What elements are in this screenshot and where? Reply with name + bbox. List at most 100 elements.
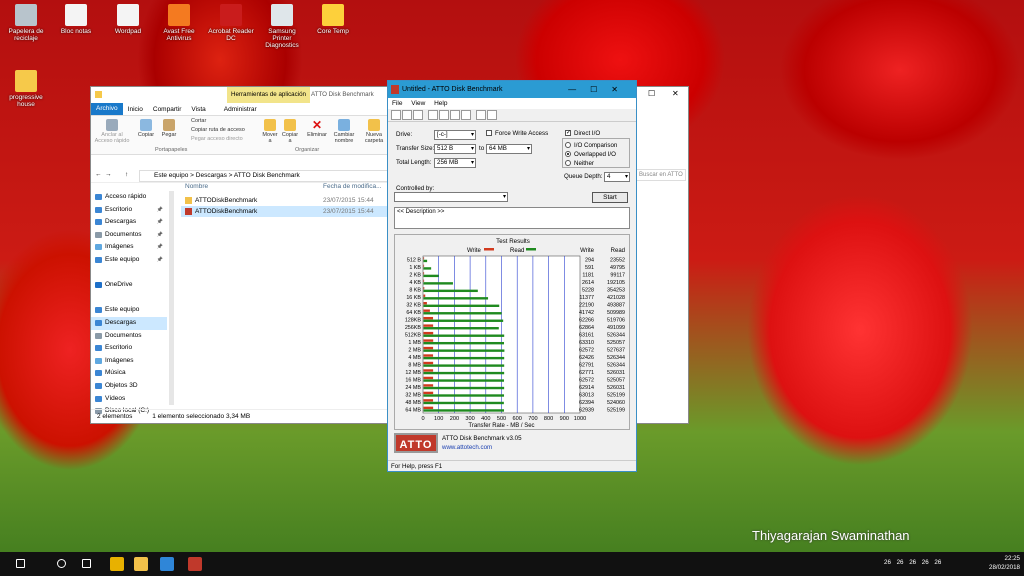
direct-io-checkbox[interactable]: ✓	[565, 130, 571, 136]
nav-item[interactable]: Imágenes	[91, 355, 167, 368]
column-name[interactable]: Nombre	[185, 183, 208, 190]
menu-help[interactable]: Help	[434, 100, 447, 107]
search-input[interactable]: Buscar en ATTO Disk Benchmark	[636, 169, 686, 181]
new-icon[interactable]	[391, 110, 401, 120]
atto-link[interactable]: www.attotech.com	[442, 444, 492, 451]
nav-item[interactable]: Este equipo 📌	[91, 254, 167, 267]
force-write-checkbox[interactable]	[486, 130, 492, 136]
file-name: ATTODiskBenchmark	[195, 197, 258, 204]
desktop-icon-0[interactable]: Papelera de reciclaje	[2, 4, 50, 42]
start-button[interactable]: Start	[592, 192, 628, 203]
neither-radio[interactable]	[565, 160, 571, 166]
desktop-icon-4[interactable]: Acrobat Reader DC	[207, 4, 255, 42]
nav-item[interactable]: Este equipo	[91, 304, 167, 317]
legend-read: Read	[510, 248, 524, 254]
desktop-icon-2[interactable]: Wordpad	[104, 4, 152, 35]
forward-icon[interactable]: →	[105, 171, 112, 178]
menu-view[interactable]: View	[411, 100, 425, 107]
nav-item[interactable]: Descargas	[91, 316, 167, 330]
desktop-icon-3[interactable]: Avast Free Antivirus	[155, 4, 203, 42]
breadcrumb-este-equipo[interactable]: Este equipo	[154, 172, 188, 179]
task-view-icon[interactable]	[82, 559, 91, 568]
write-value: 63310	[579, 340, 594, 346]
tab-administrar[interactable]: Administrar	[219, 106, 262, 113]
menu-file[interactable]: File	[392, 100, 402, 107]
nav-item[interactable]: Escritorio 📌	[91, 204, 167, 217]
nav-item[interactable]: OneDrive	[91, 279, 167, 292]
overlapped-io-radio[interactable]	[565, 151, 571, 157]
copy-icon[interactable]	[450, 110, 460, 120]
nav-item[interactable]: Vídeos	[91, 393, 167, 406]
breadcrumb-descargas[interactable]: Descargas	[196, 172, 227, 179]
paste-button[interactable]: Pegar	[159, 119, 179, 138]
clock[interactable]: 22:25 28/02/2018	[989, 554, 1020, 572]
nav-scrollbar[interactable]	[169, 191, 174, 405]
print-icon[interactable]	[428, 110, 438, 120]
paste-icon[interactable]	[461, 110, 471, 120]
description-field[interactable]: << Description >>	[394, 207, 630, 229]
transfer-from-select[interactable]: 512 B	[434, 144, 476, 154]
queue-depth-select[interactable]: 4	[604, 172, 630, 182]
cut-button[interactable]: Cortar	[191, 118, 206, 124]
write-bar	[423, 301, 427, 305]
tab-archivo[interactable]: Archivo	[91, 103, 123, 115]
pin-button[interactable]: Anclar al Acceso rápido	[93, 119, 131, 144]
open-icon[interactable]	[402, 110, 412, 120]
info-icon[interactable]	[476, 110, 486, 120]
nav-item[interactable]: Imágenes 📌	[91, 241, 167, 254]
delete-button[interactable]: ✕ Eliminar	[305, 119, 329, 138]
maximize-button[interactable]: ☐	[648, 89, 655, 98]
desktop-icon-5[interactable]: Samsung Printer Diagnostics	[258, 4, 306, 49]
legend-read-swatch	[526, 248, 536, 251]
nav-item[interactable]: Música	[91, 367, 167, 380]
back-icon[interactable]: ←	[95, 171, 102, 178]
read-bar	[423, 349, 505, 352]
file-row[interactable]: ATTODiskBenchmark 23/07/2015 15:44	[181, 206, 391, 217]
explorer-icon[interactable]	[134, 557, 148, 571]
chrome-icon[interactable]	[110, 557, 124, 571]
atto-window-buttons[interactable]: —☐✕	[568, 81, 632, 98]
nav-item[interactable]: Documentos 📌	[91, 229, 167, 242]
nav-item[interactable]: Escritorio	[91, 342, 167, 355]
file-row[interactable]: ATTODiskBenchmark 23/07/2015 15:44	[181, 195, 391, 206]
desktop-icon-6[interactable]: Core Temp	[309, 4, 357, 35]
start-icon[interactable]	[16, 559, 25, 568]
transfer-to-select[interactable]: 64 MB	[486, 144, 532, 154]
tab-compartir[interactable]: Compartir	[148, 106, 187, 113]
copy-path-button[interactable]: Copiar ruta de acceso	[191, 127, 245, 133]
nav-item[interactable]: Acceso rápido	[91, 191, 167, 204]
nav-item-label: Documentos	[105, 230, 142, 238]
nav-item[interactable]: Descargas 📌	[91, 216, 167, 229]
nav-item[interactable]: Objetos 3D	[91, 380, 167, 393]
controlled-by-select[interactable]	[394, 192, 508, 202]
io-comparison-radio[interactable]	[565, 142, 571, 148]
tab-vista[interactable]: Vista	[186, 106, 210, 113]
help-icon[interactable]	[487, 110, 497, 120]
search-icon[interactable]	[57, 559, 66, 568]
drive-select[interactable]: [-c-]	[434, 130, 476, 140]
nav-item[interactable]: Documentos	[91, 330, 167, 343]
total-length-select[interactable]: 256 MB	[434, 158, 476, 168]
save-icon[interactable]	[413, 110, 423, 120]
copy-to-button[interactable]: Copiar a	[281, 119, 299, 144]
new-folder-button[interactable]: Nueva carpeta	[361, 119, 387, 144]
paste-shortcut-button[interactable]: Pegar acceso directo	[191, 136, 243, 142]
cut-icon[interactable]	[439, 110, 449, 120]
copy-button[interactable]: Copiar	[135, 119, 157, 138]
read-value: 491099	[607, 325, 625, 331]
up-icon[interactable]: ↑	[125, 171, 128, 178]
desktop-icon-1[interactable]: Bloc notas	[52, 4, 100, 35]
quick-access-toolbar-icon[interactable]	[95, 91, 102, 98]
breadcrumb-atto[interactable]: ATTO Disk Benchmark	[234, 172, 300, 179]
rename-button[interactable]: Cambiar nombre	[331, 119, 357, 144]
atto-icon[interactable]	[188, 557, 202, 571]
close-button[interactable]: ✕	[672, 89, 679, 98]
move-to-button[interactable]: Mover a	[261, 119, 279, 144]
edge-icon[interactable]	[160, 557, 174, 571]
breadcrumb[interactable]: Este equipo > Descargas > ATTO Disk Benc…	[139, 170, 389, 182]
desktop-icon-7[interactable]: progressive house	[2, 70, 50, 108]
column-date[interactable]: Fecha de modifica...	[323, 183, 382, 190]
window-controls: ☐ ✕	[634, 87, 688, 103]
tab-inicio[interactable]: Inicio	[123, 106, 148, 113]
drive-label: Drive:	[396, 131, 413, 138]
